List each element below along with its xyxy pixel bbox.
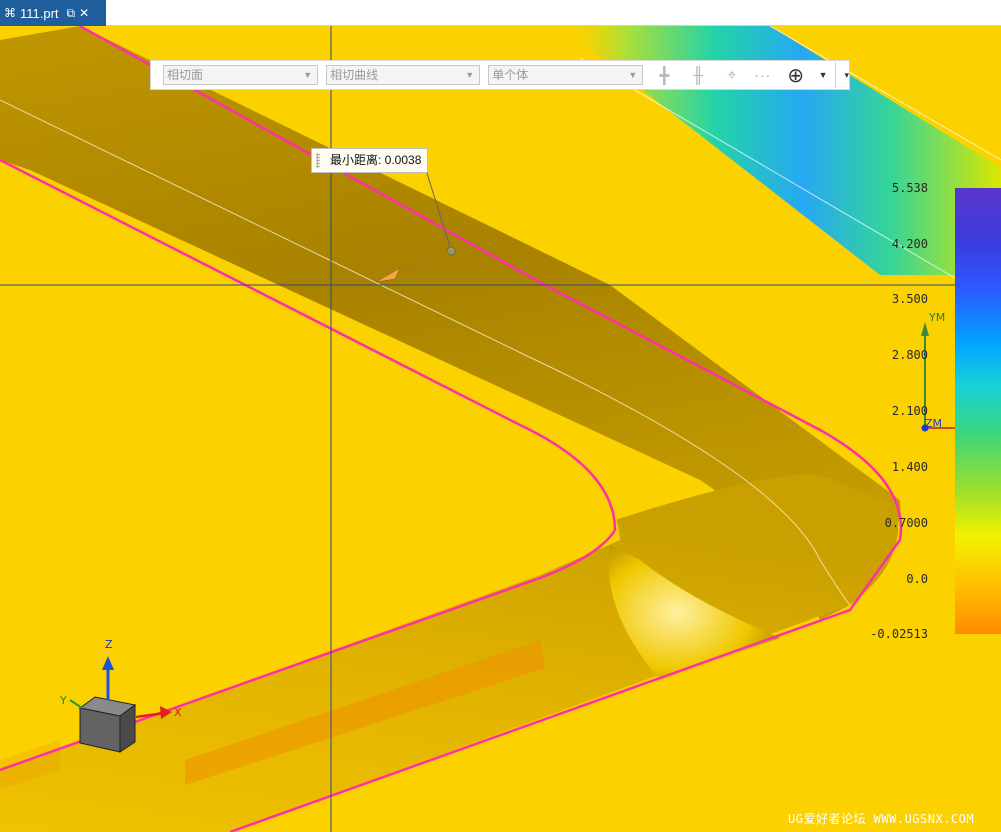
chevron-down-icon: ▼ — [465, 70, 475, 80]
snap-multi-cross-icon[interactable]: ╫ — [685, 66, 711, 85]
undock-icon[interactable]: ⧉ — [67, 7, 76, 19]
body-rule-dropdown[interactable]: 单个体 ▼ — [488, 65, 644, 85]
legend-label: 0.0 — [906, 572, 928, 586]
watermark: UG爱好者论坛 WWW.UGSNX.COM — [788, 812, 975, 826]
document-tab[interactable]: ⌘ 111.prt ⧉ ✕ — [0, 0, 106, 26]
graphics-viewport[interactable]: 相切面 ▼ 相切曲线 ▼ 单个体 ▼ ╋ ╫ ⌖ ··· ⊕ ▼ ▾ 最小距离:… — [0, 26, 1001, 832]
snap-point-icon[interactable]: ⌖ — [719, 65, 745, 85]
measure-tooltip: 最小距离: 0.0038 — [311, 148, 429, 173]
snap-point-target-icon[interactable]: ⊕ — [781, 63, 811, 87]
drag-handle-icon[interactable] — [316, 153, 320, 168]
deviation-color-bar — [955, 188, 1001, 634]
wcs-zm-label: ZM — [925, 417, 943, 430]
more-icon[interactable]: ··· — [753, 67, 773, 83]
close-icon[interactable]: ✕ — [79, 7, 89, 19]
legend-label: 3.500 — [891, 292, 928, 306]
toolbar-separator — [835, 62, 837, 88]
legend-label: 4.200 — [891, 237, 928, 251]
legend-label: 2.100 — [891, 404, 928, 418]
face-rule-dropdown[interactable]: 相切面 ▼ — [163, 65, 319, 85]
chevron-down-icon: ▼ — [628, 70, 638, 80]
snap-cross-icon[interactable]: ╋ — [651, 66, 677, 85]
chevron-down-icon[interactable]: ▼ — [819, 70, 828, 80]
legend-label: 0.7000 — [884, 516, 928, 530]
legend-label: 5.538 — [891, 181, 928, 195]
triad-y-label: Y — [60, 694, 67, 707]
measure-tooltip-text: 最小距离: 0.0038 — [330, 153, 422, 167]
legend-label: -0.02513 — [870, 627, 928, 641]
document-tab-bar: ⌘ 111.prt ⧉ ✕ — [0, 0, 1001, 26]
face-rule-value: 相切面 — [167, 68, 204, 82]
wcs-ym-label: YM — [929, 311, 946, 324]
document-tab-title: 111.prt — [20, 5, 59, 21]
selection-toolbar: 相切面 ▼ 相切曲线 ▼ 单个体 ▼ ╋ ╫ ⌖ ··· ⊕ ▼ ▾ — [150, 60, 850, 90]
model-scene — [0, 26, 1001, 832]
body-rule-value: 单个体 — [492, 68, 529, 82]
part-file-icon: ⌘ — [4, 6, 16, 20]
legend-label: 1.400 — [891, 460, 928, 474]
curve-rule-dropdown[interactable]: 相切曲线 ▼ — [326, 65, 481, 85]
toolbar-options-icon[interactable]: ▾ — [844, 70, 849, 81]
triad-x-label: X — [174, 706, 182, 719]
triad-z-label: Z — [105, 638, 113, 651]
legend-label: 2.800 — [891, 348, 928, 362]
chevron-down-icon: ▼ — [303, 70, 313, 80]
curve-rule-value: 相切曲线 — [330, 68, 379, 82]
